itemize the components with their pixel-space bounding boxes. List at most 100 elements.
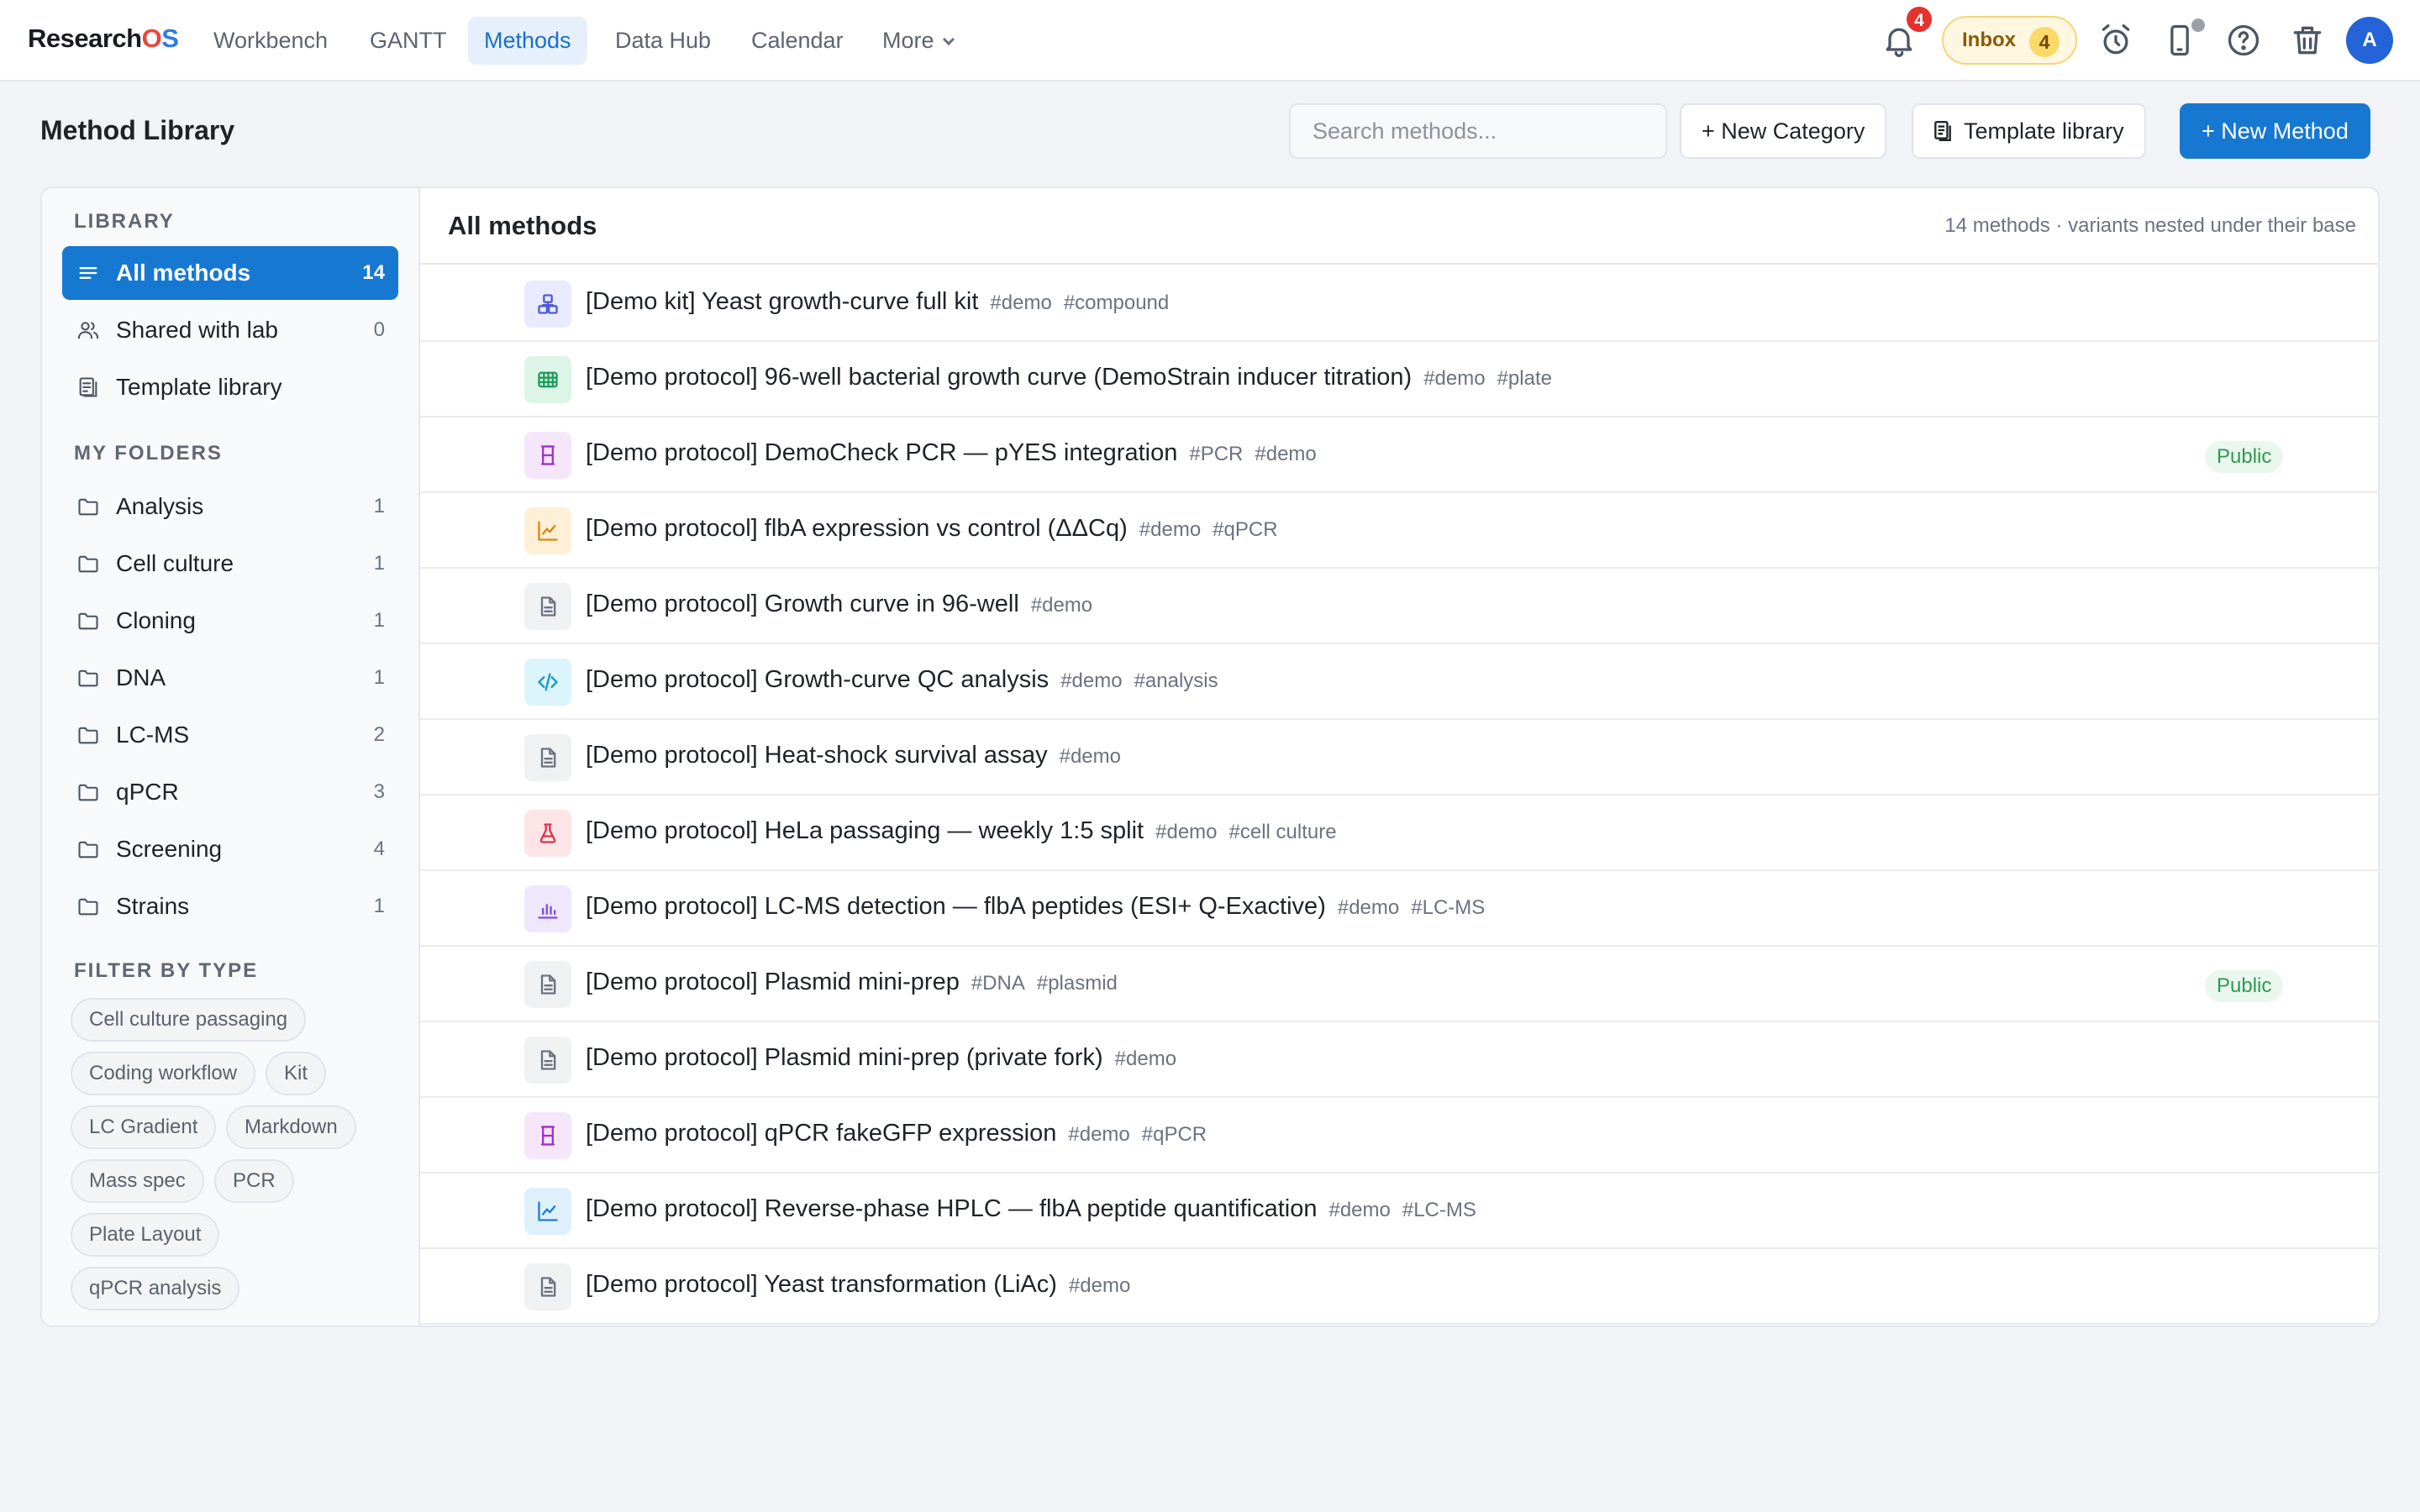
method-title[interactable]: [Demo protocol] flbA expression vs contr…	[586, 515, 1128, 542]
search-input[interactable]: Search methods...	[1289, 103, 1667, 159]
method-tag[interactable]: #plate	[1497, 367, 1552, 390]
sidebar-folder-strains[interactable]: Strains 1	[62, 879, 398, 933]
filter-chip-coding-workflow[interactable]: Coding workflow	[71, 1052, 256, 1095]
sidebar-folder-qpcr[interactable]: qPCR 3	[62, 765, 398, 819]
filter-chip-cell-culture-passaging[interactable]: Cell culture passaging	[71, 998, 307, 1042]
method-title[interactable]: [Demo protocol] Yeast transformation (Li…	[586, 1271, 1057, 1298]
method-row[interactable]: [Demo protocol] Reverse-phase HPLC — flb…	[420, 1173, 2378, 1249]
method-tag[interactable]: #DNA	[971, 972, 1025, 995]
filter-chip-kit[interactable]: Kit	[266, 1052, 327, 1095]
method-tag[interactable]: #analysis	[1134, 669, 1218, 692]
method-tag[interactable]: #demo	[1069, 1274, 1130, 1297]
inbox-label: Inbox	[1962, 29, 2016, 51]
top-navigation-bar: ResearchOS Workbench GANTT Methods Data …	[0, 0, 2420, 81]
method-title[interactable]: [Demo protocol] qPCR fakeGFP expression	[586, 1120, 1056, 1147]
method-row[interactable]: [Demo protocol] Yeast transformation (Li…	[420, 1249, 2378, 1325]
filter-chip-lc-gradient[interactable]: LC Gradient	[71, 1105, 217, 1149]
method-tag[interactable]: #qPCR	[1142, 1123, 1207, 1146]
method-title[interactable]: [Demo protocol] Growth-curve QC analysis	[586, 666, 1049, 693]
sidebar-folder-screening[interactable]: Screening 4	[62, 822, 398, 876]
folder-label: DNA	[116, 664, 166, 690]
help-icon[interactable]	[2225, 22, 2262, 59]
sidebar-item-all-methods[interactable]: All methods 14	[62, 246, 398, 300]
sidebar-folder-dna[interactable]: DNA 1	[62, 651, 398, 705]
code-icon	[524, 659, 571, 706]
method-title[interactable]: [Demo protocol] Growth curve in 96-well	[586, 591, 1019, 617]
method-tag[interactable]: #demo	[1068, 1123, 1129, 1146]
method-row[interactable]: [Demo protocol] Plasmid mini-prep #DNA #pl…	[420, 947, 2378, 1022]
method-row[interactable]: [Demo protocol] qPCR fakeGFP expression #…	[420, 1098, 2378, 1173]
sidebar-folder-cloning[interactable]: Cloning 1	[62, 594, 398, 648]
method-row[interactable]: [Demo protocol] Growth-curve QC analysis…	[420, 644, 2378, 720]
method-row[interactable]: [Demo protocol] flbA expression vs contr…	[420, 493, 2378, 569]
method-tag[interactable]: #demo	[990, 291, 1051, 314]
nav-calendar[interactable]: Calendar	[735, 17, 860, 65]
avatar[interactable]: A	[2346, 17, 2393, 64]
sidebar-item-template-library[interactable]: Template library	[62, 360, 398, 414]
folder-count: 1	[373, 552, 385, 575]
method-title[interactable]: [Demo protocol] DemoCheck PCR — pYES int…	[586, 439, 1177, 466]
filter-chip-qpcr-analysis[interactable]: qPCR analysis	[71, 1267, 240, 1310]
method-row[interactable]: [Demo protocol] 96-well bacterial growth…	[420, 342, 2378, 417]
alarm-icon[interactable]	[2097, 22, 2134, 59]
method-row[interactable]: [Demo protocol] Plasmid mini-prep (priva…	[420, 1022, 2378, 1098]
new-method-button[interactable]: + New Method	[2180, 103, 2370, 159]
method-row[interactable]: [Demo protocol] Heat-shock survival assa…	[420, 720, 2378, 795]
method-title[interactable]: [Demo protocol] Plasmid mini-prep (priva…	[586, 1044, 1103, 1071]
app-logo[interactable]: ResearchOS	[28, 24, 179, 54]
folder-label: Cloning	[116, 607, 196, 633]
folder-count: 4	[373, 837, 385, 860]
document-icon	[524, 583, 571, 630]
method-row[interactable]: [Demo protocol] DemoCheck PCR — pYES int…	[420, 417, 2378, 493]
sidebar-folder-analysis[interactable]: Analysis 1	[62, 480, 398, 533]
method-row[interactable]: [Demo protocol] Growth curve in 96-well #…	[420, 569, 2378, 644]
method-tag[interactable]: #demo	[1115, 1047, 1176, 1070]
method-tag[interactable]: #demo	[1031, 594, 1092, 617]
method-tag[interactable]: #demo	[1338, 896, 1399, 919]
method-tag[interactable]: #compound	[1064, 291, 1169, 314]
method-title[interactable]: [Demo protocol] Plasmid mini-prep	[586, 969, 960, 995]
method-row[interactable]: [Demo protocol] LC-MS detection — flbA p…	[420, 871, 2378, 947]
method-tag[interactable]: #demo	[1423, 367, 1485, 390]
filter-chip-pcr[interactable]: PCR	[214, 1159, 294, 1203]
method-tag[interactable]: #qPCR	[1213, 518, 1277, 541]
nav-methods[interactable]: Methods	[468, 17, 587, 65]
nav-workbench[interactable]: Workbench	[197, 17, 344, 65]
method-tag[interactable]: #LC-MS	[1411, 896, 1485, 919]
method-tag[interactable]: #plasmid	[1037, 972, 1118, 995]
filter-chip-plate-layout[interactable]: Plate Layout	[71, 1213, 220, 1257]
sidebar-item-shared-with-lab[interactable]: Shared with lab 0	[62, 303, 398, 357]
template-library-button[interactable]: Template library	[1912, 103, 2146, 159]
trash-icon[interactable]	[2289, 22, 2326, 59]
new-category-button[interactable]: + New Category	[1680, 103, 1887, 159]
method-title[interactable]: [Demo protocol] Reverse-phase HPLC — flb…	[586, 1195, 1317, 1222]
method-title[interactable]: [Demo protocol] HeLa passaging — weekly …	[586, 817, 1144, 844]
method-tag[interactable]: #LC-MS	[1402, 1199, 1476, 1221]
method-title[interactable]: [Demo protocol] 96-well bacterial growth…	[586, 364, 1412, 391]
folder-label: Cell culture	[116, 550, 234, 576]
nav-data-hub[interactable]: Data Hub	[599, 17, 727, 65]
method-title[interactable]: [Demo protocol] Heat-shock survival assa…	[586, 742, 1048, 769]
inbox-count: 4	[2029, 27, 2060, 57]
chart-line-icon	[524, 1188, 571, 1235]
method-tag[interactable]: #demo	[1155, 821, 1217, 843]
filter-chip-mass-spec[interactable]: Mass spec	[71, 1159, 204, 1203]
method-tag[interactable]: #cell culture	[1229, 821, 1337, 843]
method-tag[interactable]: #demo	[1255, 443, 1316, 465]
nav-more[interactable]: More	[866, 17, 969, 65]
method-title[interactable]: [Demo kit] Yeast growth-curve full kit	[586, 288, 978, 315]
method-tag[interactable]: #demo	[1060, 745, 1121, 768]
method-title[interactable]: [Demo protocol] LC-MS detection — flbA p…	[586, 893, 1326, 920]
method-row[interactable]: [Demo protocol] HeLa passaging — weekly …	[420, 795, 2378, 871]
method-tag[interactable]: #PCR	[1189, 443, 1243, 465]
method-tag[interactable]: #demo	[1328, 1199, 1390, 1221]
method-row[interactable]: [Demo kit] Yeast growth-curve full kit #d…	[420, 266, 2378, 342]
method-tag[interactable]: #demo	[1060, 669, 1122, 692]
filter-chip-markdown[interactable]: Markdown	[226, 1105, 356, 1149]
nav-gantt[interactable]: GANTT	[354, 17, 463, 65]
inbox-button[interactable]: Inbox 4	[1942, 16, 2077, 65]
method-tag[interactable]: #demo	[1139, 518, 1201, 541]
public-badge: Public	[2205, 441, 2284, 473]
sidebar-folder-lc-ms[interactable]: LC-MS 2	[62, 708, 398, 762]
sidebar-folder-cell-culture[interactable]: Cell culture 1	[62, 537, 398, 591]
